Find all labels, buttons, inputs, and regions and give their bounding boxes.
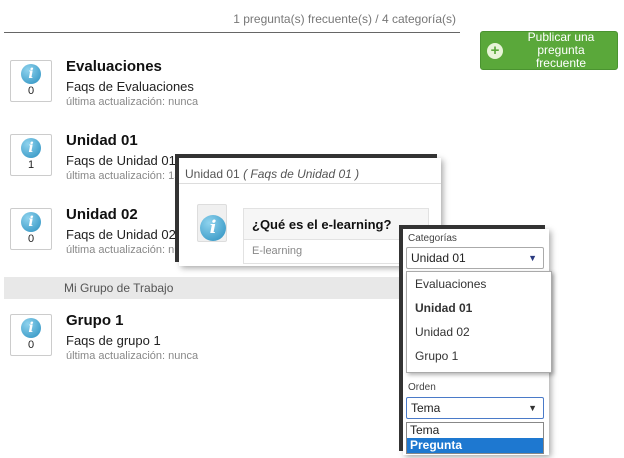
info-icon: i [21, 138, 41, 158]
dropdown-option[interactable]: Grupo 1 [407, 344, 551, 368]
faq-count: 0 [27, 85, 35, 97]
category-title[interactable]: Grupo 1 [66, 312, 124, 329]
faq-count: 1 [27, 159, 35, 171]
category-title[interactable]: Unidad 02 [66, 206, 138, 223]
order-selected-value: Tema [411, 401, 441, 415]
category-last-updated: última actualización: 15 [66, 170, 181, 182]
dropdown-option[interactable]: Evaluaciones [407, 272, 551, 296]
filter-panel: Categorías Unidad 01 ▼ Evaluaciones Unid… [403, 229, 552, 455]
faq-detail-panel: Unidad 01 ( Faqs de Unidad 01 ) i ¿Qué e… [179, 158, 441, 266]
dropdown-option-highlighted[interactable]: Pregunta [407, 438, 543, 453]
category-title[interactable]: Unidad 01 [66, 132, 138, 149]
publish-faq-label: Publicar una pregunta frecuente [527, 30, 595, 70]
category-icon-box: i 0 [10, 60, 52, 102]
dropdown-option-selected[interactable]: Unidad 01 [407, 296, 551, 320]
category-description: Faqs de Unidad 02 [66, 227, 176, 242]
document-info-icon: i [197, 204, 227, 242]
info-icon: i [21, 212, 41, 232]
plus-circle-icon: + [487, 42, 503, 59]
order-dropdown-list: Tema Pregunta [406, 422, 544, 454]
category-description: Faqs de Unidad 01 [66, 153, 176, 168]
category-last-updated: última actualización: nunca [66, 350, 199, 362]
category-description: Faqs de grupo 1 [66, 333, 161, 348]
summary-divider [4, 32, 460, 33]
faq-question[interactable]: ¿Qué es el e-learning? [252, 217, 391, 232]
faq-panel-category: Unidad 01 [185, 167, 240, 181]
group-section-header: Mi Grupo de Trabajo [4, 277, 456, 299]
dropdown-option[interactable]: Tema [407, 423, 543, 438]
faq-panel-subtitle: ( Faqs de Unidad 01 ) [243, 167, 360, 181]
category-last-updated: última actualización: nu [66, 244, 181, 256]
faq-panel-header: Unidad 01 ( Faqs de Unidad 01 ) [179, 164, 441, 184]
order-select[interactable]: Tema ▼ [406, 397, 544, 419]
order-label: Orden [408, 382, 436, 393]
category-icon-box: i 1 [10, 134, 52, 176]
dropdown-option[interactable]: Unidad 02 [407, 320, 551, 344]
faq-count: 0 [27, 339, 35, 351]
chevron-down-icon: ▼ [528, 403, 537, 413]
category-grupo-1[interactable]: i 0 Grupo 1 Faqs de grupo 1 última actua… [10, 312, 430, 362]
categories-label: Categorías [408, 233, 457, 244]
faq-summary: 1 pregunta(s) frecuente(s) / 4 categoría… [233, 12, 456, 26]
category-icon-box: i 0 [10, 208, 52, 250]
category-last-updated: última actualización: nunca [66, 96, 199, 108]
chevron-down-icon: ▼ [528, 253, 537, 263]
info-icon: i [21, 318, 41, 338]
category-evaluaciones[interactable]: i 0 Evaluaciones Faqs de Evaluaciones úl… [10, 58, 430, 108]
info-icon: i [21, 64, 41, 84]
info-icon: i [200, 215, 226, 241]
categories-selected-value: Unidad 01 [411, 251, 466, 265]
categories-dropdown-list: Evaluaciones Unidad 01 Unidad 02 Grupo 1 [406, 271, 552, 373]
faq-count: 0 [27, 233, 35, 245]
publish-faq-button[interactable]: + Publicar una pregunta frecuente [480, 31, 618, 70]
categories-select[interactable]: Unidad 01 ▼ [406, 247, 544, 269]
category-icon-box: i 0 [10, 314, 52, 356]
category-description: Faqs de Evaluaciones [66, 79, 194, 94]
category-title[interactable]: Evaluaciones [66, 58, 162, 75]
faq-question-category: E-learning [244, 239, 428, 263]
faq-card[interactable]: ¿Qué es el e-learning? E-learning [243, 208, 429, 264]
